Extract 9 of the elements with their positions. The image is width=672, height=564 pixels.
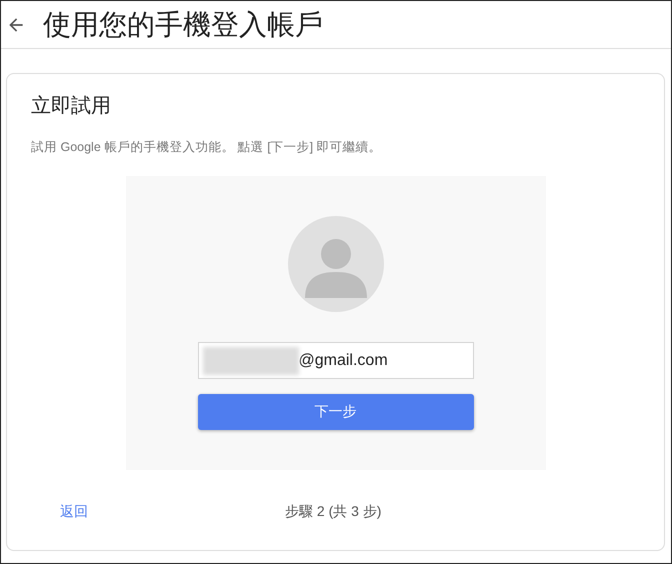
- card-description: 試用 Google 帳戶的手機登入功能。 點選 [下一步] 即可繼續。: [31, 139, 383, 156]
- back-link[interactable]: 返回: [60, 503, 88, 521]
- avatar-icon: [288, 216, 384, 312]
- step-indicator: 步驟 2 (共 3 步): [285, 503, 382, 521]
- email-field[interactable]: @gmail.com: [198, 342, 474, 379]
- next-button[interactable]: 下一步: [198, 394, 474, 430]
- email-value: @gmail.com: [298, 352, 388, 370]
- page-title: 使用您的手機登入帳戶: [43, 8, 323, 42]
- card-title: 立即試用: [31, 94, 112, 119]
